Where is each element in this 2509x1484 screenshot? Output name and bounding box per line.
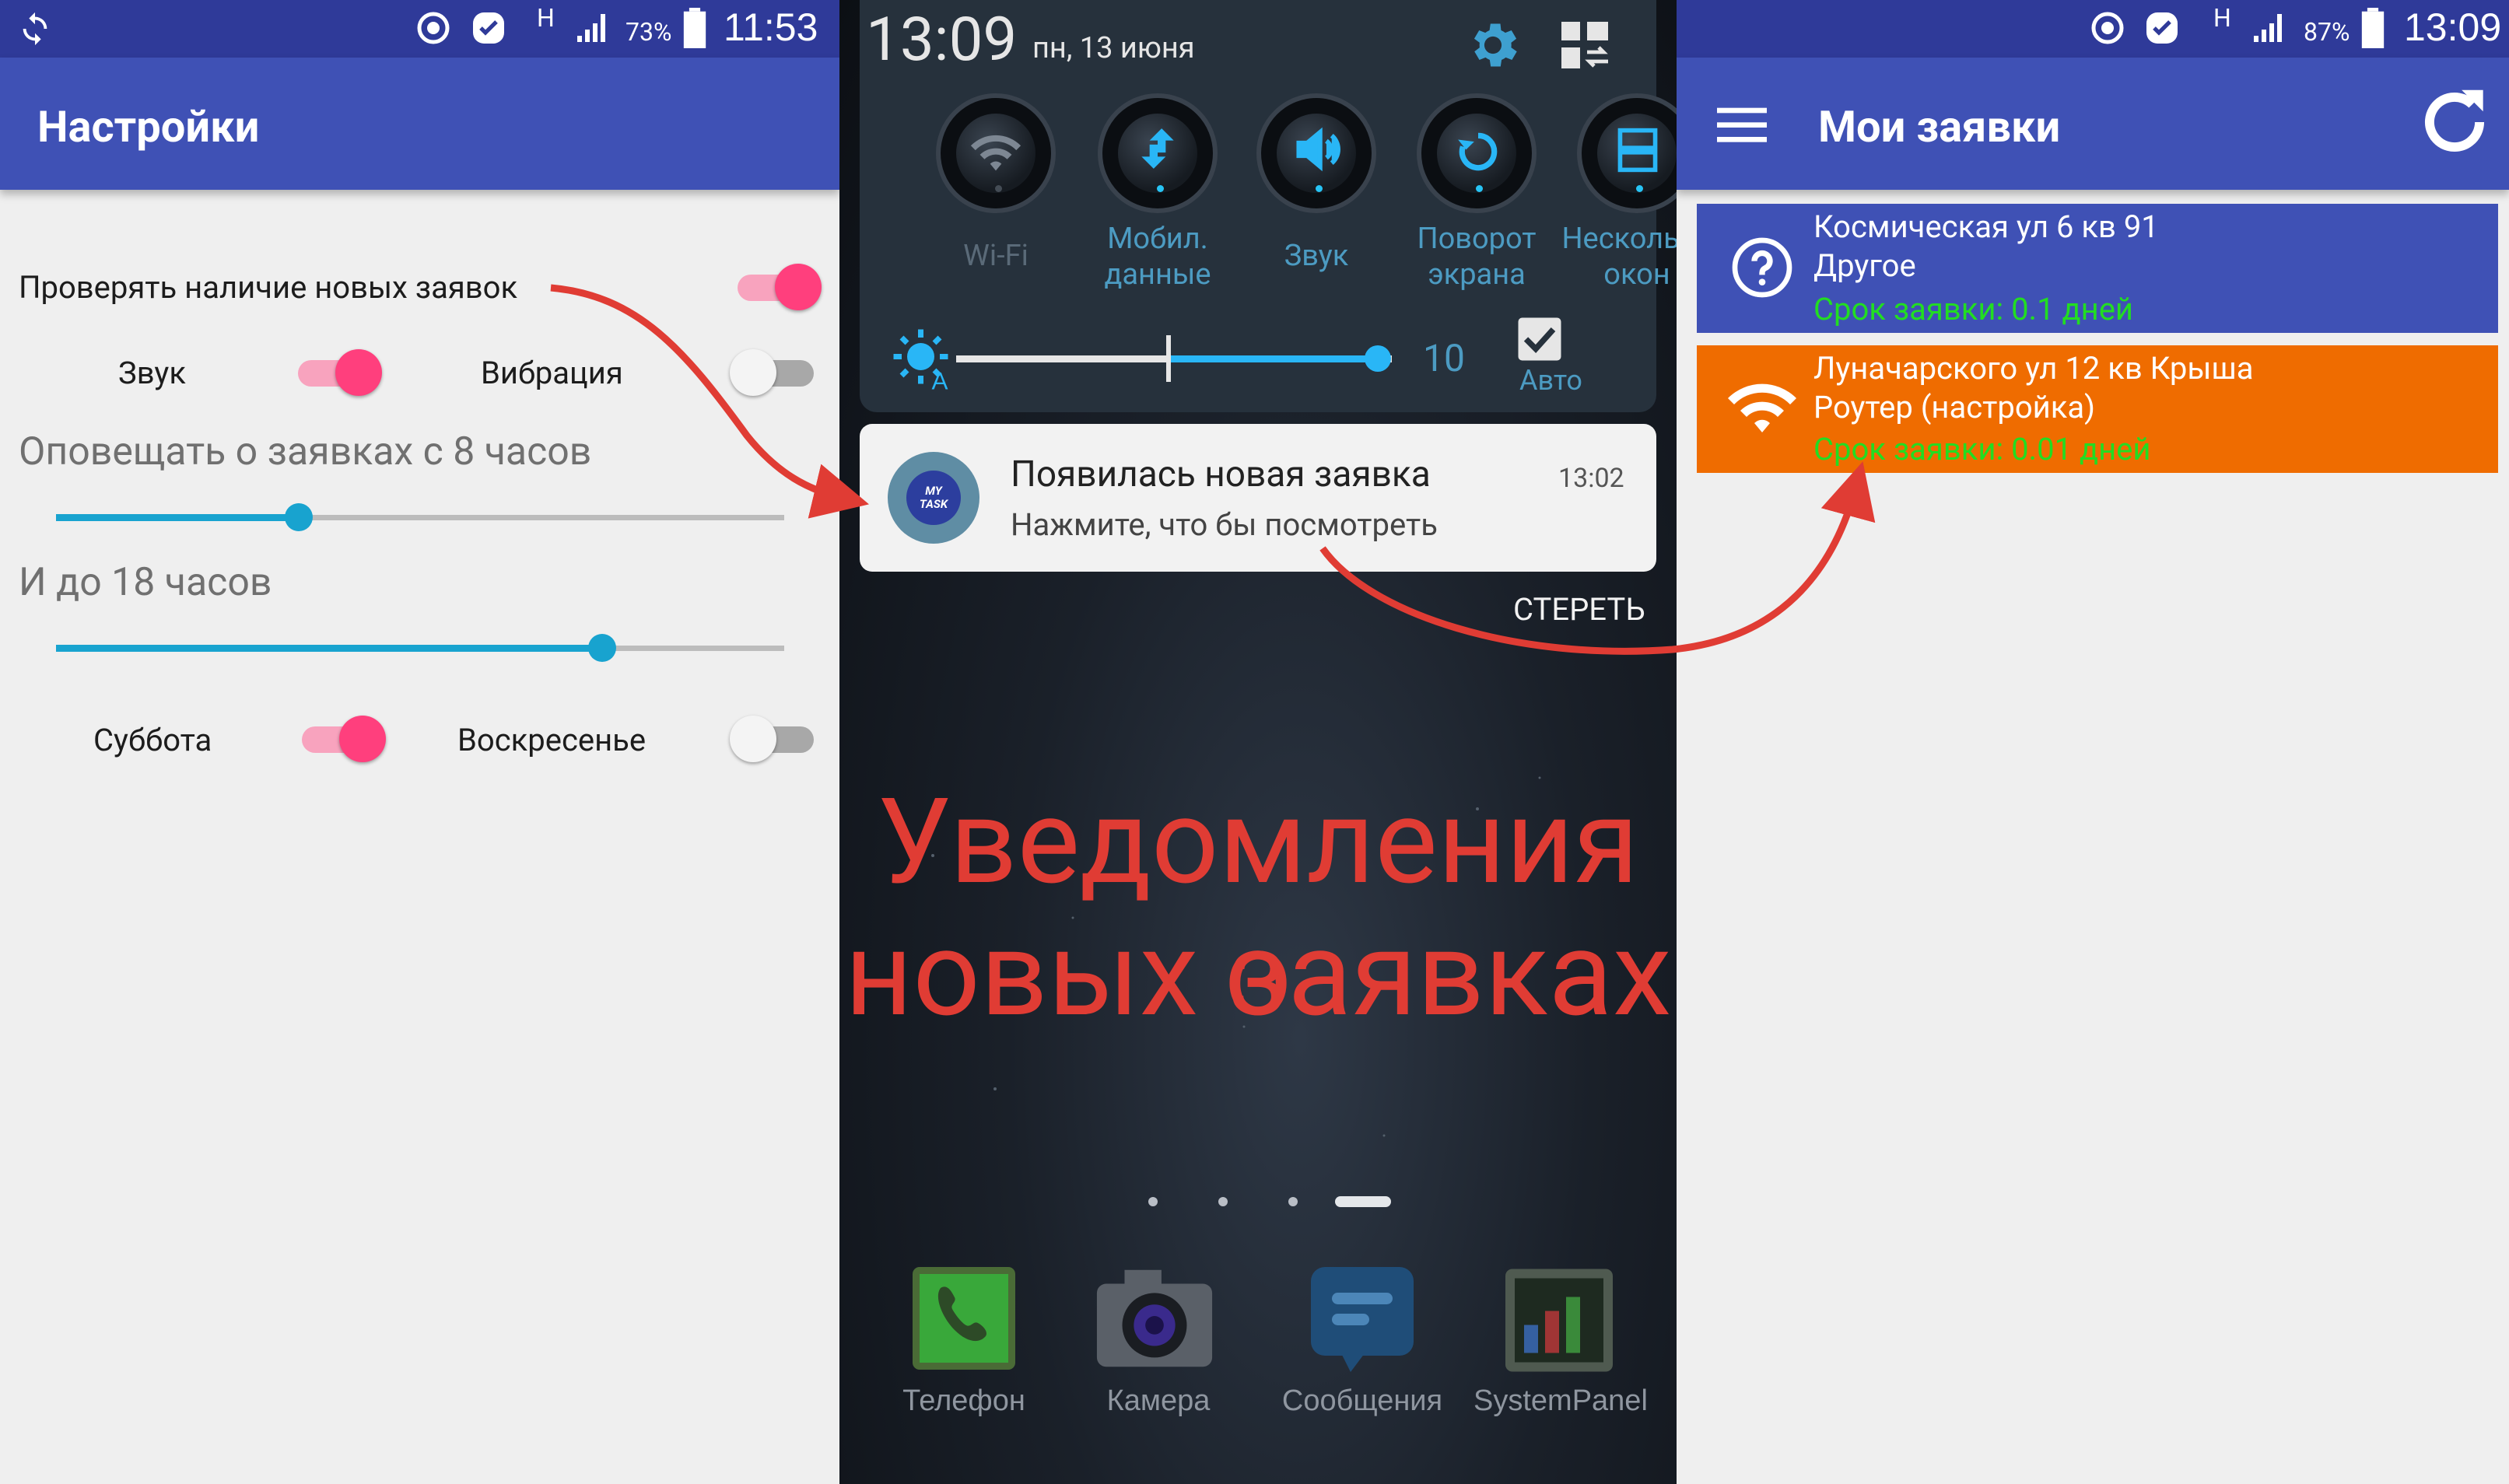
saturday-switch[interactable]	[296, 711, 389, 765]
shade-time: 13:09	[866, 5, 1018, 75]
signal-icon	[577, 14, 605, 42]
network-type: H	[2213, 3, 2231, 33]
systempanel-app[interactable]	[1501, 1264, 1617, 1381]
battery-percent: 87%	[2304, 17, 2350, 47]
systempanel-label: SystemPanel	[1474, 1384, 1648, 1417]
mobile-data-toggle[interactable]	[1098, 93, 1218, 213]
notification-title: Появилась новая заявка	[1011, 453, 1431, 495]
request-deadline: Срок заявки: 0.01 дней	[1813, 431, 2151, 467]
rotation-toggle[interactable]	[1417, 93, 1537, 213]
sunday-switch[interactable]	[730, 711, 823, 765]
notify-from-slider[interactable]	[56, 502, 784, 533]
request-card[interactable]: Луначарского ул 12 кв Крыша Роутер (наст…	[1697, 345, 2498, 473]
notify-to-slider[interactable]	[56, 632, 784, 663]
page-indicator	[839, 1190, 1677, 1213]
sound-toggle[interactable]	[1256, 93, 1376, 213]
brightness-auto-icon: A	[893, 329, 948, 393]
app-bar: Мои заявки	[1677, 58, 2509, 190]
menu-icon[interactable]	[1717, 106, 1767, 143]
target-icon	[2091, 12, 2124, 44]
notification-screen: 13:09 пн, 13 июня Wi-Fi Мобил. данные Зв…	[839, 0, 1677, 1484]
question-icon	[1732, 237, 1792, 298]
refresh-icon[interactable]	[2412, 79, 2497, 165]
my-requests-screen: H 87% 13:09 Мои заявки Космическая ул 6 …	[1677, 0, 2509, 1484]
phone-app[interactable]	[906, 1260, 1022, 1377]
notify-from-label: Оповещать о заявках с 8 часов	[19, 429, 592, 474]
svg-text:A: A	[932, 367, 948, 393]
phone-label: Телефон	[902, 1384, 1025, 1417]
notify-to-label: И до 18 часов	[19, 560, 272, 605]
messages-label: Сообщения	[1281, 1384, 1443, 1417]
messages-app[interactable]	[1304, 1260, 1421, 1377]
check-new-switch[interactable]	[731, 259, 825, 313]
multiwindow-icon	[1617, 128, 1658, 173]
mobile-data-icon	[1141, 128, 1174, 169]
page-title: Настройки	[37, 101, 260, 152]
request-address: Космическая ул 6 кв 91	[1813, 208, 2159, 245]
wifi-icon	[970, 135, 1021, 171]
shade-date: пн, 13 июня	[1032, 31, 1195, 65]
app-bar: Настройки	[0, 58, 839, 190]
qs-label-wifi: Wi-Fi	[963, 239, 1028, 273]
sync-icon	[23, 12, 47, 46]
check-badge-icon	[2146, 12, 2178, 44]
network-type: H	[537, 3, 555, 33]
camera-icon	[1096, 1269, 1213, 1367]
vibration-label: Вибрация	[481, 355, 623, 391]
clear-button[interactable]: СТЕРЕТЬ	[1513, 591, 1645, 628]
target-icon	[417, 12, 450, 44]
battery-icon	[683, 8, 706, 48]
request-deadline: Срок заявки: 0.1 дней	[1813, 291, 2133, 327]
battery-percent: 73%	[625, 17, 672, 47]
phone-icon	[913, 1267, 1015, 1370]
check-new-label: Проверять наличие новых заявок	[19, 269, 518, 306]
grid-edit-icon[interactable]	[1557, 17, 1613, 73]
saturday-label: Суббота	[93, 722, 212, 758]
request-type: Другое	[1813, 247, 1916, 284]
notification-card[interactable]: MY TASK Появилась новая заявка Нажмите, ч…	[860, 424, 1656, 572]
camera-app[interactable]	[1092, 1260, 1213, 1377]
brightness-slider[interactable]	[956, 335, 1392, 382]
check-badge-icon	[473, 12, 504, 44]
wifi-toggle[interactable]	[936, 93, 1056, 213]
messages-icon	[1311, 1267, 1414, 1372]
status-time: 11:53	[724, 5, 818, 49]
qs-label-rotation: Поворот экрана	[1417, 222, 1537, 292]
sound-label: Звук	[118, 355, 186, 391]
status-bar: H 73% 11:53	[0, 0, 839, 58]
wifi-icon	[1728, 383, 1796, 432]
settings-gear-icon[interactable]	[1463, 16, 1523, 75]
qs-label-multiwindow: Несколькоокон	[1561, 222, 1677, 292]
qs-label-mobile-data: Мобил. данные	[1104, 222, 1211, 292]
request-card[interactable]: Космическая ул 6 кв 91 Другое Срок заявк…	[1697, 204, 2498, 333]
sound-switch[interactable]	[292, 345, 385, 399]
qs-label-sound: Звук	[1284, 239, 1349, 273]
sunday-label: Воскресенье	[457, 722, 647, 758]
vibration-switch[interactable]	[730, 345, 823, 399]
page-title: Мои заявки	[1818, 101, 2061, 152]
systempanel-icon	[1505, 1269, 1613, 1372]
overlay-title-line-2: новых заявках	[844, 905, 1672, 1044]
auto-brightness-checkbox[interactable]	[1516, 316, 1563, 362]
brightness-value: 10	[1423, 336, 1465, 380]
auto-label: Авто	[1519, 364, 1582, 397]
battery-icon	[2361, 8, 2385, 48]
sound-icon	[1296, 127, 1340, 172]
request-type: Роутер (настройка)	[1813, 389, 2096, 425]
app-icon: MY TASK	[888, 452, 979, 544]
camera-label: Камера	[1106, 1384, 1211, 1417]
multiwindow-toggle[interactable]	[1577, 93, 1677, 213]
my-task-logo: MY TASK	[906, 471, 961, 525]
status-time: 13:09	[2404, 5, 2502, 49]
status-bar: H 87% 13:09	[1677, 0, 2509, 58]
settings-screen: H 73% 11:53 Настройки Проверять наличие …	[0, 0, 839, 1484]
rotate-icon	[1458, 132, 1498, 171]
notification-time: 13:02	[1558, 463, 1624, 494]
notification-body: Нажмите, что бы посмотреть	[1011, 506, 1438, 543]
signal-icon	[2254, 14, 2282, 42]
quick-settings-panel: 13:09 пн, 13 июня Wi-Fi Мобил. данные Зв…	[860, 0, 1677, 412]
request-address: Луначарского ул 12 кв Крыша	[1813, 350, 2254, 387]
